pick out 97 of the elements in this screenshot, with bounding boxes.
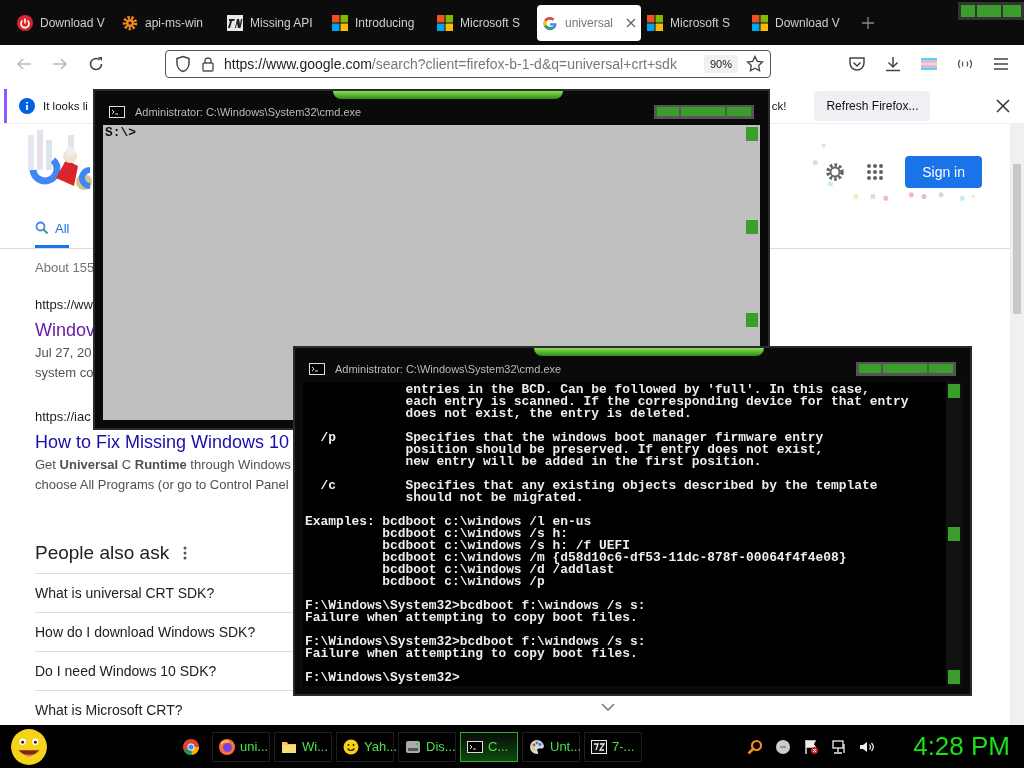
taskbar-button[interactable]: 7-... [584, 731, 642, 762]
power-icon [17, 14, 33, 31]
close-icon[interactable] [996, 99, 1010, 113]
console-line: Failure when attempting to copy boot files. [305, 612, 639, 624]
result-link[interactable]: How to Fix Missing Windows 10 [35, 432, 290, 452]
console-line: Failure when attempting to copy boot files. [305, 648, 639, 660]
gear-icon [122, 14, 138, 31]
firefox-icon [219, 738, 235, 755]
start-smiley-icon[interactable] [10, 727, 48, 766]
scrollbar[interactable] [744, 125, 760, 329]
star-icon[interactable] [746, 55, 764, 73]
browser-tab[interactable]: Missing API [222, 4, 326, 41]
console-line: bcdboot c:\windows /s h: /f UEFI [381, 540, 630, 552]
console-line: each entry is scanned. If the corresponding device for that entry [404, 396, 910, 408]
result-link[interactable]: Windov [35, 320, 96, 340]
google-logo-icon [542, 14, 558, 31]
search-tab[interactable]: All [35, 220, 70, 248]
sign-in-button[interactable]: Sign in [905, 156, 982, 188]
new-tab-icon[interactable] [862, 16, 874, 29]
console-line: S:\> [105, 127, 137, 139]
console-line: entries in the BCD. Can be followed by 'full'. In this case, [404, 384, 870, 396]
result-url: https://iac [35, 409, 91, 424]
result-snippet: Jul 27, 20 [35, 344, 92, 362]
console-line: bcdboot c:\windows /d /addlast [381, 564, 615, 576]
browser-tab[interactable]: api-ms-win [117, 4, 221, 41]
shield-icon [174, 55, 192, 73]
close-icon[interactable] [626, 17, 636, 28]
windows-logo-icon [752, 14, 768, 31]
console-line: F:\Windows\System32>bcdboot f:\windows /s s: [305, 600, 647, 612]
console-icon [467, 738, 483, 755]
notification-text: It looks li [43, 100, 88, 112]
zoom-level[interactable]: 90% [703, 55, 738, 73]
archive-icon [591, 738, 607, 755]
browser-tab[interactable]: Microsoft S [432, 4, 536, 41]
result-snippet: choose All Programs (or go to Control Panel [35, 476, 289, 494]
notification-text: ck! [771, 100, 787, 112]
console-icon [309, 361, 325, 377]
browser-tab[interactable]: Download V [747, 4, 851, 41]
settings-icon[interactable] [825, 162, 846, 182]
palette-icon [529, 738, 545, 755]
flag-icon[interactable] [803, 738, 820, 755]
taskbar-button[interactable]: uni... [212, 731, 270, 762]
console-line: /p Specifies that the windows boot manager firmware entry [319, 432, 825, 444]
windows-logo-icon [437, 14, 453, 31]
section-heading: People also ask [35, 542, 170, 564]
smiley-icon [343, 738, 359, 755]
browser-icon[interactable] [183, 738, 199, 755]
console-line: F:\Windows\System32> [305, 672, 461, 684]
apps-icon[interactable] [865, 162, 886, 182]
browser-tab[interactable]: Download V [12, 4, 116, 41]
download-icon[interactable] [884, 55, 902, 73]
result-snippet: system co [35, 364, 94, 382]
window-title: Administrator: C:\Windows\System32\cmd.exe [335, 363, 563, 375]
console-line: should not be migrated. [404, 492, 584, 504]
window-controls-drawing[interactable] [958, 2, 1024, 20]
reload-icon[interactable] [87, 55, 105, 73]
info-icon [19, 98, 35, 114]
result-url: https://ww [35, 297, 93, 312]
scrollbar[interactable] [1010, 124, 1024, 725]
result-snippet: Get Universal C Runtime through Windows [35, 456, 291, 474]
site-logo-icon [227, 14, 243, 31]
more-options-icon[interactable] [183, 546, 188, 560]
disk-drive-icon [405, 738, 421, 755]
chevron-icon[interactable] [601, 703, 615, 711]
windows-logo-icon [332, 14, 348, 31]
search-icon [35, 221, 49, 235]
console-line: Examples: bcdboot c:\windows /l en-us [305, 516, 593, 528]
search-icon[interactable] [747, 738, 764, 755]
menu-icon[interactable] [992, 55, 1010, 73]
lock-icon [200, 56, 216, 72]
address-bar[interactable]: https://www.google.com/search?client=firefox-b-1-d&q=universal+crt+sdk 90% [165, 50, 771, 78]
console-icon [109, 104, 125, 120]
console-line: bcdboot c:\windows /m {d58d10c6-df53-11dc-878f-00064f4f4e08} [381, 552, 848, 564]
browser-tab[interactable]: Microsoft S [642, 4, 746, 41]
taskbar-button[interactable]: Unt... [522, 731, 580, 762]
console-line: position should be preserved. If entry does not exist, [404, 444, 825, 456]
browser-tab[interactable]: Introducing [327, 4, 431, 41]
taskbar-button[interactable]: Wi... [274, 731, 332, 762]
scrollbar[interactable] [946, 382, 962, 686]
console-line: new entry will be added in the first position. [404, 456, 763, 468]
refresh-button[interactable]: Refresh Firefox... [814, 91, 931, 121]
console-line: bcdboot c:\windows /s h: [381, 528, 569, 540]
clock[interactable]: 4:28 PM [913, 731, 1010, 762]
console-line: /c Specifies that any existing objects described by the template [319, 480, 879, 492]
console-line: F:\Windows\System32>bcdboot f:\windows /s s: [305, 636, 647, 648]
url-text: https://www.google.com/search?client=firefox-b-1-d&q=universal+crt+sdk [224, 56, 678, 72]
taskbar-button[interactable]: Dis... [398, 731, 456, 762]
network-icon[interactable] [831, 738, 848, 755]
result-count: About 155 [35, 260, 95, 275]
windows-logo-icon [647, 14, 663, 31]
console-line: does not exist, the entry is deleted. [404, 408, 692, 420]
pocket-icon[interactable] [848, 55, 866, 73]
taskbar-button[interactable]: Yah... [336, 731, 394, 762]
taskbar-button[interactable]: C... [460, 731, 518, 762]
browser-tab[interactable]: universal [537, 4, 641, 41]
console-line: bcdboot c:\windows /p [381, 576, 546, 588]
window-title: Administrator: C:\Windows\System32\cmd.exe [135, 106, 363, 118]
